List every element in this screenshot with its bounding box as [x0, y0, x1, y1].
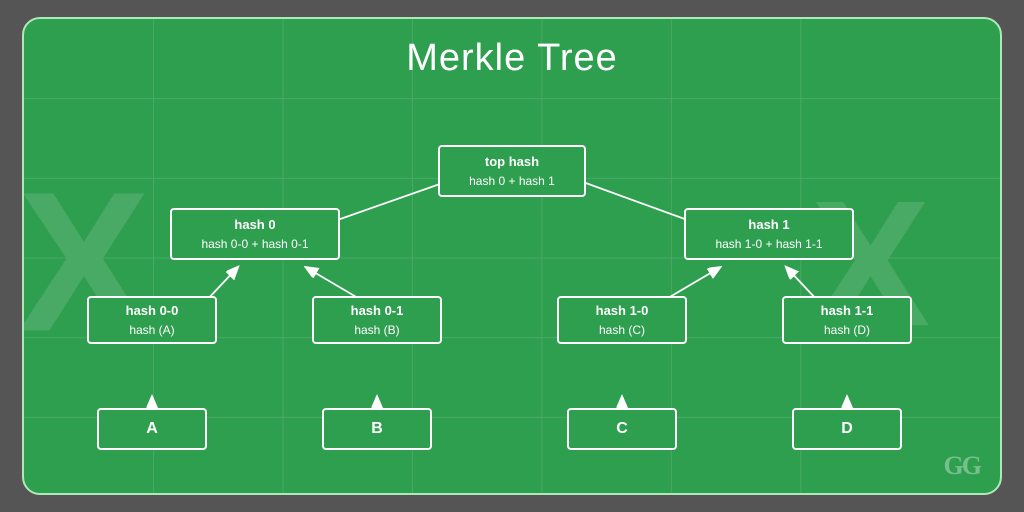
node-hash11-line2: hash (D) [824, 321, 870, 339]
leaf-b-label: B [371, 417, 383, 441]
node-hash1-line1: hash 1 [748, 215, 789, 235]
node-top-line2: hash 0 + hash 1 [469, 172, 555, 190]
node-hash00-line1: hash 0-0 [126, 301, 179, 321]
node-hash0-line2: hash 0-0 + hash 0-1 [201, 235, 308, 253]
node-hash11-line1: hash 1-1 [821, 301, 874, 321]
node-hash10-line2: hash (C) [599, 321, 645, 339]
main-container: X X Merkle Tree [22, 17, 1002, 495]
node-leaf-d: D [792, 408, 902, 450]
node-leaf-b: B [322, 408, 432, 450]
node-hash01-line1: hash 0-1 [351, 301, 404, 321]
node-hash0: hash 0 hash 0-0 + hash 0-1 [170, 208, 340, 260]
node-hash01: hash 0-1 hash (B) [312, 296, 442, 344]
tree-diagram: top hash hash 0 + hash 1 hash 0 hash 0-0… [62, 90, 962, 470]
node-hash1-line2: hash 1-0 + hash 1-1 [715, 235, 822, 253]
node-hash00-line2: hash (A) [129, 321, 174, 339]
node-hash01-line2: hash (B) [354, 321, 399, 339]
node-hash10-line1: hash 1-0 [596, 301, 649, 321]
node-hash1: hash 1 hash 1-0 + hash 1-1 [684, 208, 854, 260]
leaf-d-label: D [841, 417, 853, 441]
leaf-a-label: A [146, 417, 158, 441]
node-leaf-c: C [567, 408, 677, 450]
page-title: Merkle Tree [406, 37, 618, 80]
node-top-line1: top hash [485, 152, 539, 172]
leaf-c-label: C [616, 417, 628, 441]
node-hash0-line1: hash 0 [234, 215, 275, 235]
node-hash00: hash 0-0 hash (A) [87, 296, 217, 344]
node-hash11: hash 1-1 hash (D) [782, 296, 912, 344]
node-hash10: hash 1-0 hash (C) [557, 296, 687, 344]
node-top-hash: top hash hash 0 + hash 1 [438, 145, 586, 197]
node-leaf-a: A [97, 408, 207, 450]
